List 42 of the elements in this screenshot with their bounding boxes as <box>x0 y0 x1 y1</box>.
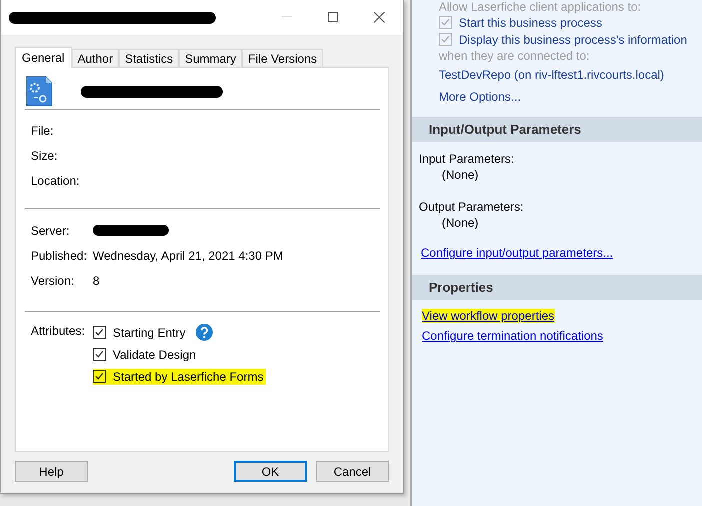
link[interactable]: Configure input/output parameters... <box>421 246 614 260</box>
tab[interactable]: General <box>15 47 72 68</box>
more-options-link[interactable]: More Options... <box>439 90 522 104</box>
checkbox-label: Started by Laserfiche Forms <box>113 370 264 384</box>
checkbox-label: Validate Design <box>113 348 196 362</box>
maximize-icon[interactable] <box>328 12 338 22</box>
dialog-button[interactable]: OK <box>234 461 307 482</box>
checkbox[interactable] <box>93 370 106 383</box>
field-label: File: <box>31 124 55 138</box>
parameter-value: (None) <box>441 216 480 232</box>
dialog-button[interactable]: Cancel <box>316 461 389 482</box>
tab[interactable]: Author <box>72 49 120 67</box>
workflow-file-icon <box>26 76 53 107</box>
parameter-label: Input Parameters: <box>419 152 516 168</box>
field-label: Size: <box>31 148 59 162</box>
field-label: Attributes: <box>31 324 86 340</box>
field-label: Location: <box>31 174 81 188</box>
link[interactable]: View workflow properties <box>422 309 554 323</box>
tab[interactable]: Summary <box>179 49 242 67</box>
checkbox-label: Starting Entry <box>113 326 186 340</box>
dialog-button[interactable]: Help <box>15 461 88 482</box>
section-label: when they are connected to: <box>439 49 590 65</box>
field-label: Published: <box>31 248 88 262</box>
parameter-label: Output Parameters: <box>419 200 525 216</box>
repository-label: TestDevRepo (on riv-lftest1.rivcourts.local) <box>439 68 664 82</box>
field-value: Wednesday, April 21, 2021 4:30 PM <box>93 248 284 262</box>
checkbox[interactable] <box>93 326 106 339</box>
section-header: Properties <box>412 275 702 300</box>
field-value: 8 <box>93 274 100 288</box>
field-label: Server: <box>31 224 71 238</box>
link[interactable]: Configure termination notifications <box>422 329 604 343</box>
checkbox-label: Start this business process <box>459 16 602 30</box>
section-label: Allow Laserfiche client applications to: <box>439 0 642 14</box>
tab[interactable]: Statistics <box>119 49 180 67</box>
section-header: Input/Output Parameters <box>412 117 702 142</box>
parameter-value: (None) <box>441 168 480 184</box>
checkbox-label: Display this business process's information <box>459 32 688 46</box>
field-label: Version: <box>31 274 76 288</box>
help-icon[interactable] <box>196 324 213 341</box>
tab[interactable]: File Versions <box>242 49 324 67</box>
checkbox[interactable] <box>93 348 106 361</box>
close-icon[interactable] <box>374 12 385 23</box>
